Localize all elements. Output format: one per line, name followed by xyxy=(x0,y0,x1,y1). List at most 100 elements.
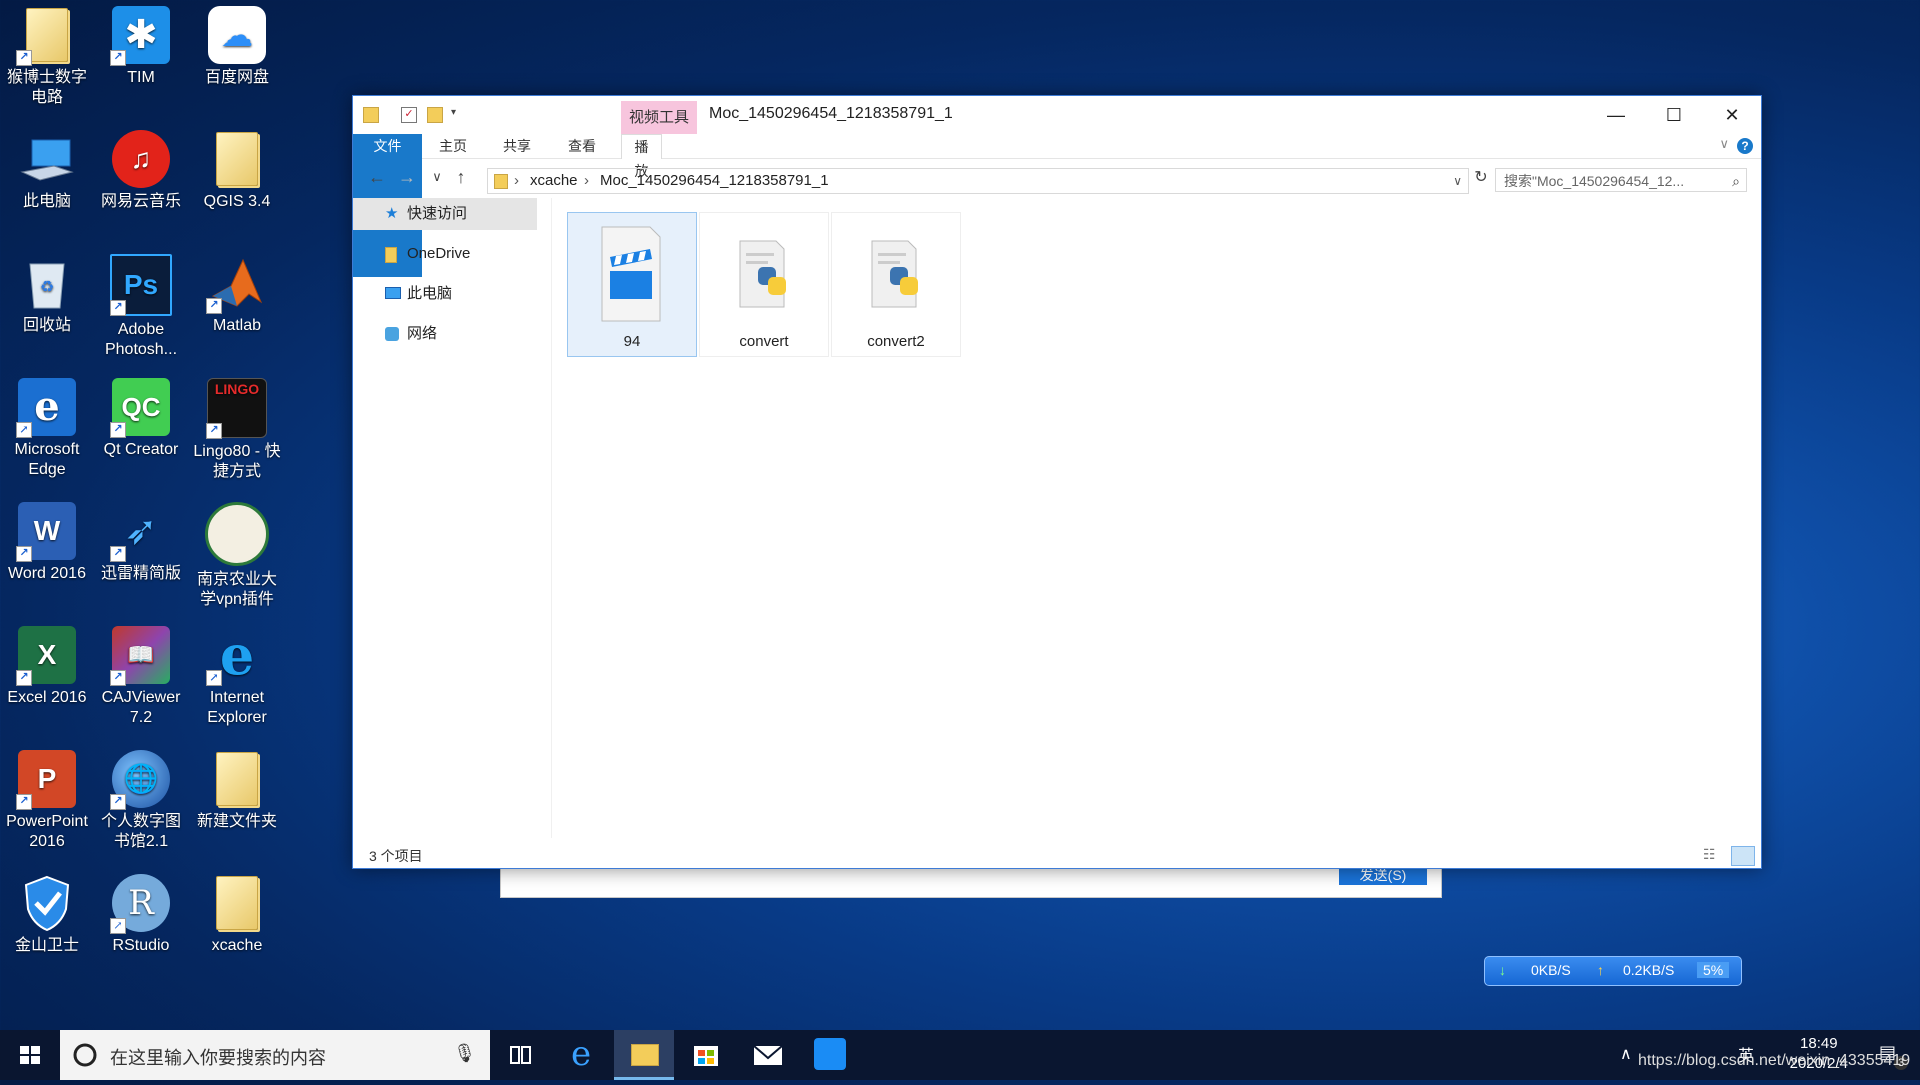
show-hidden-icons-chevron-icon[interactable]: ∧ xyxy=(1620,1044,1632,1064)
file-name: convert xyxy=(739,333,789,350)
nav-this-pc[interactable]: 此电脑 xyxy=(353,278,551,310)
taskbar-phone-app[interactable] xyxy=(800,1030,860,1080)
taskbar-edge[interactable]: e xyxy=(554,1030,614,1080)
desktop-icon-edge[interactable]: e ↗ Microsoft Edge xyxy=(0,372,94,480)
help-icon[interactable]: ? xyxy=(1737,138,1753,154)
file-item-convert[interactable]: convert xyxy=(699,212,829,357)
details-view-icon[interactable]: ☷ xyxy=(1703,846,1725,864)
up-arrow-icon[interactable]: ↑ xyxy=(449,167,473,188)
explorer-window: ✓ ▾ 视频工具 Moc_1450296454_1218358791_1 — ☐… xyxy=(352,95,1762,869)
nav-label: 快速访问 xyxy=(407,205,468,222)
mail-icon xyxy=(753,1045,783,1065)
net-speed-widget[interactable]: ↓ 0KB/S ↑ 0.2KB/S 5% xyxy=(1484,956,1742,986)
maximize-button[interactable]: ☐ xyxy=(1645,96,1703,134)
shortcut-arrow-icon: ↗ xyxy=(110,300,126,316)
upload-arrow-icon: ↑ xyxy=(1597,962,1604,978)
network-icon xyxy=(385,327,399,341)
desktop-icon-new-folder[interactable]: 新建文件夹 xyxy=(190,744,284,832)
desktop-icon-houboshi[interactable]: ↗ 猴博士数字电路 xyxy=(0,0,94,108)
desktop-icon-photoshop[interactable]: Ps ↗ Adobe Photosh... xyxy=(94,248,188,360)
microphone-icon[interactable]: 🎙 xyxy=(453,1043,476,1064)
desktop-icon-cajviewer[interactable]: 📖 ↗ CAJViewer 7.2 xyxy=(94,620,188,728)
background-chat-dialog: 发送(S) xyxy=(500,867,1442,898)
new-folder-icon[interactable] xyxy=(427,107,443,123)
phone-app-icon xyxy=(814,1038,846,1070)
breadcrumb-xcache[interactable]: xcache xyxy=(530,169,578,193)
desktop-icon-label: QGIS 3.4 xyxy=(203,193,271,210)
desktop-icon-rstudio[interactable]: R ↗ RStudio xyxy=(94,868,188,956)
tab-home[interactable]: 主页 xyxy=(423,134,483,158)
shortcut-arrow-icon: ↗ xyxy=(206,670,222,686)
desktop-icon-lingo[interactable]: LINGO ↗ Lingo80 - 快捷方式 xyxy=(190,372,284,482)
search-placeholder: 搜索"Moc_1450296454_12... xyxy=(1504,173,1685,189)
window-title: Moc_1450296454_1218358791_1 xyxy=(709,105,953,122)
customize-toolbar-chevron-icon[interactable]: ▾ xyxy=(451,107,465,121)
edge-icon: e ↗ xyxy=(16,378,76,438)
desktop-icon-label: Word 2016 xyxy=(8,565,86,582)
desktop-icon-xcache[interactable]: xcache xyxy=(190,868,284,956)
desktop-icon-netease-music[interactable]: ♫ 网易云音乐 xyxy=(94,124,188,212)
address-bar[interactable]: › xcache › Moc_1450296454_1218358791_1 ∨ xyxy=(487,168,1469,194)
tab-play[interactable]: 播放 xyxy=(621,134,662,179)
desktop-icon-label: 回收站 xyxy=(22,317,71,334)
desktop-icon-label: 个人数字图书馆2.1 xyxy=(100,813,181,850)
start-button[interactable] xyxy=(0,1030,60,1080)
task-view-button[interactable] xyxy=(490,1030,550,1080)
taskbar-search-box[interactable]: 在这里输入你要搜索的内容 🎙 xyxy=(60,1030,490,1080)
matlab-icon: ↗ xyxy=(206,254,266,314)
breadcrumb-separator-icon: › xyxy=(584,172,589,189)
shortcut-arrow-icon: ↗ xyxy=(16,670,32,686)
video-file-icon xyxy=(601,226,661,322)
shortcut-arrow-icon: ↗ xyxy=(16,50,32,66)
forward-arrow-icon[interactable]: → xyxy=(395,167,419,188)
desktop-icon-tim[interactable]: ✱ ↗ TIM xyxy=(94,0,188,88)
shortcut-arrow-icon: ↗ xyxy=(110,670,126,686)
task-view-icon xyxy=(510,1046,531,1064)
file-item-convert2[interactable]: convert2 xyxy=(831,212,961,357)
close-button[interactable]: ✕ xyxy=(1703,96,1761,134)
desktop-icon-label: PowerPoint 2016 xyxy=(6,813,88,850)
desktop-icon-ie[interactable]: e ↗ Internet Explorer xyxy=(190,620,284,728)
taskbar-search-placeholder: 在这里输入你要搜索的内容 xyxy=(110,1048,326,1068)
large-icons-view-icon[interactable] xyxy=(1731,846,1755,866)
send-button[interactable]: 发送(S) xyxy=(1339,867,1427,885)
back-arrow-icon[interactable]: ← xyxy=(365,167,389,188)
nav-network[interactable]: 网络 xyxy=(353,318,551,350)
powerpoint-icon: P ↗ xyxy=(16,750,76,810)
file-item-94[interactable]: 94 xyxy=(567,212,697,357)
desktop-icon-baidu-netdisk[interactable]: ☁ 百度网盘 xyxy=(190,0,284,88)
taskbar-store[interactable] xyxy=(676,1030,736,1080)
desktop-icon-label: 金山卫士 xyxy=(14,937,79,954)
desktop-icon-recycle-bin[interactable]: ♻ 回收站 xyxy=(0,248,94,336)
desktop-icon-jinshan[interactable]: 金山卫士 xyxy=(0,868,94,956)
refresh-icon[interactable]: ↻ xyxy=(1469,167,1493,187)
video-tools-context-tab[interactable]: 视频工具 xyxy=(621,101,698,134)
nav-label: OneDrive xyxy=(407,245,471,262)
nav-quick-access[interactable]: ★ 快速访问 xyxy=(353,198,537,230)
address-dropdown-chevron-icon[interactable]: ∨ xyxy=(1453,169,1462,193)
desktop-icon-xunlei[interactable]: ➶ ↗ 迅雷精简版 xyxy=(94,496,188,584)
nav-onedrive[interactable]: OneDrive xyxy=(353,238,551,270)
desktop-icon-qgis[interactable]: QGIS 3.4 xyxy=(190,124,284,212)
search-box[interactable]: 搜索"Moc_1450296454_12... ⌕ xyxy=(1495,168,1747,192)
desktop-icon-njau-vpn[interactable]: 南京农业大学vpn插件 xyxy=(190,496,284,610)
excel-icon: X ↗ xyxy=(16,626,76,686)
desktop-icon-word[interactable]: W ↗ Word 2016 xyxy=(0,496,94,584)
properties-icon[interactable]: ✓ xyxy=(401,107,417,123)
desktop-icon-qt-creator[interactable]: QC ↗ Qt Creator xyxy=(94,372,188,460)
desktop-icon-this-pc[interactable]: 此电脑 xyxy=(0,124,94,212)
breadcrumb-current-folder[interactable]: Moc_1450296454_1218358791_1 xyxy=(600,169,829,193)
desktop-icon-digital-library[interactable]: 🌐 ↗ 个人数字图书馆2.1 xyxy=(94,744,188,852)
desktop-icon-powerpoint[interactable]: P ↗ PowerPoint 2016 xyxy=(0,744,94,852)
desktop-icon-matlab[interactable]: ↗ Matlab xyxy=(190,248,284,336)
taskbar-mail[interactable] xyxy=(738,1030,798,1080)
tab-share[interactable]: 共享 xyxy=(487,134,547,158)
recent-locations-chevron-icon[interactable]: ∨ xyxy=(425,169,449,185)
desktop-icon-excel[interactable]: X ↗ Excel 2016 xyxy=(0,620,94,708)
search-icon: ⌕ xyxy=(1732,173,1740,189)
minimize-button[interactable]: — xyxy=(1587,96,1645,134)
expand-ribbon-chevron-icon[interactable]: ∨ xyxy=(1719,136,1729,152)
tab-view[interactable]: 查看 xyxy=(552,134,612,158)
folder-icon xyxy=(385,247,397,263)
taskbar-file-explorer[interactable] xyxy=(614,1030,674,1080)
